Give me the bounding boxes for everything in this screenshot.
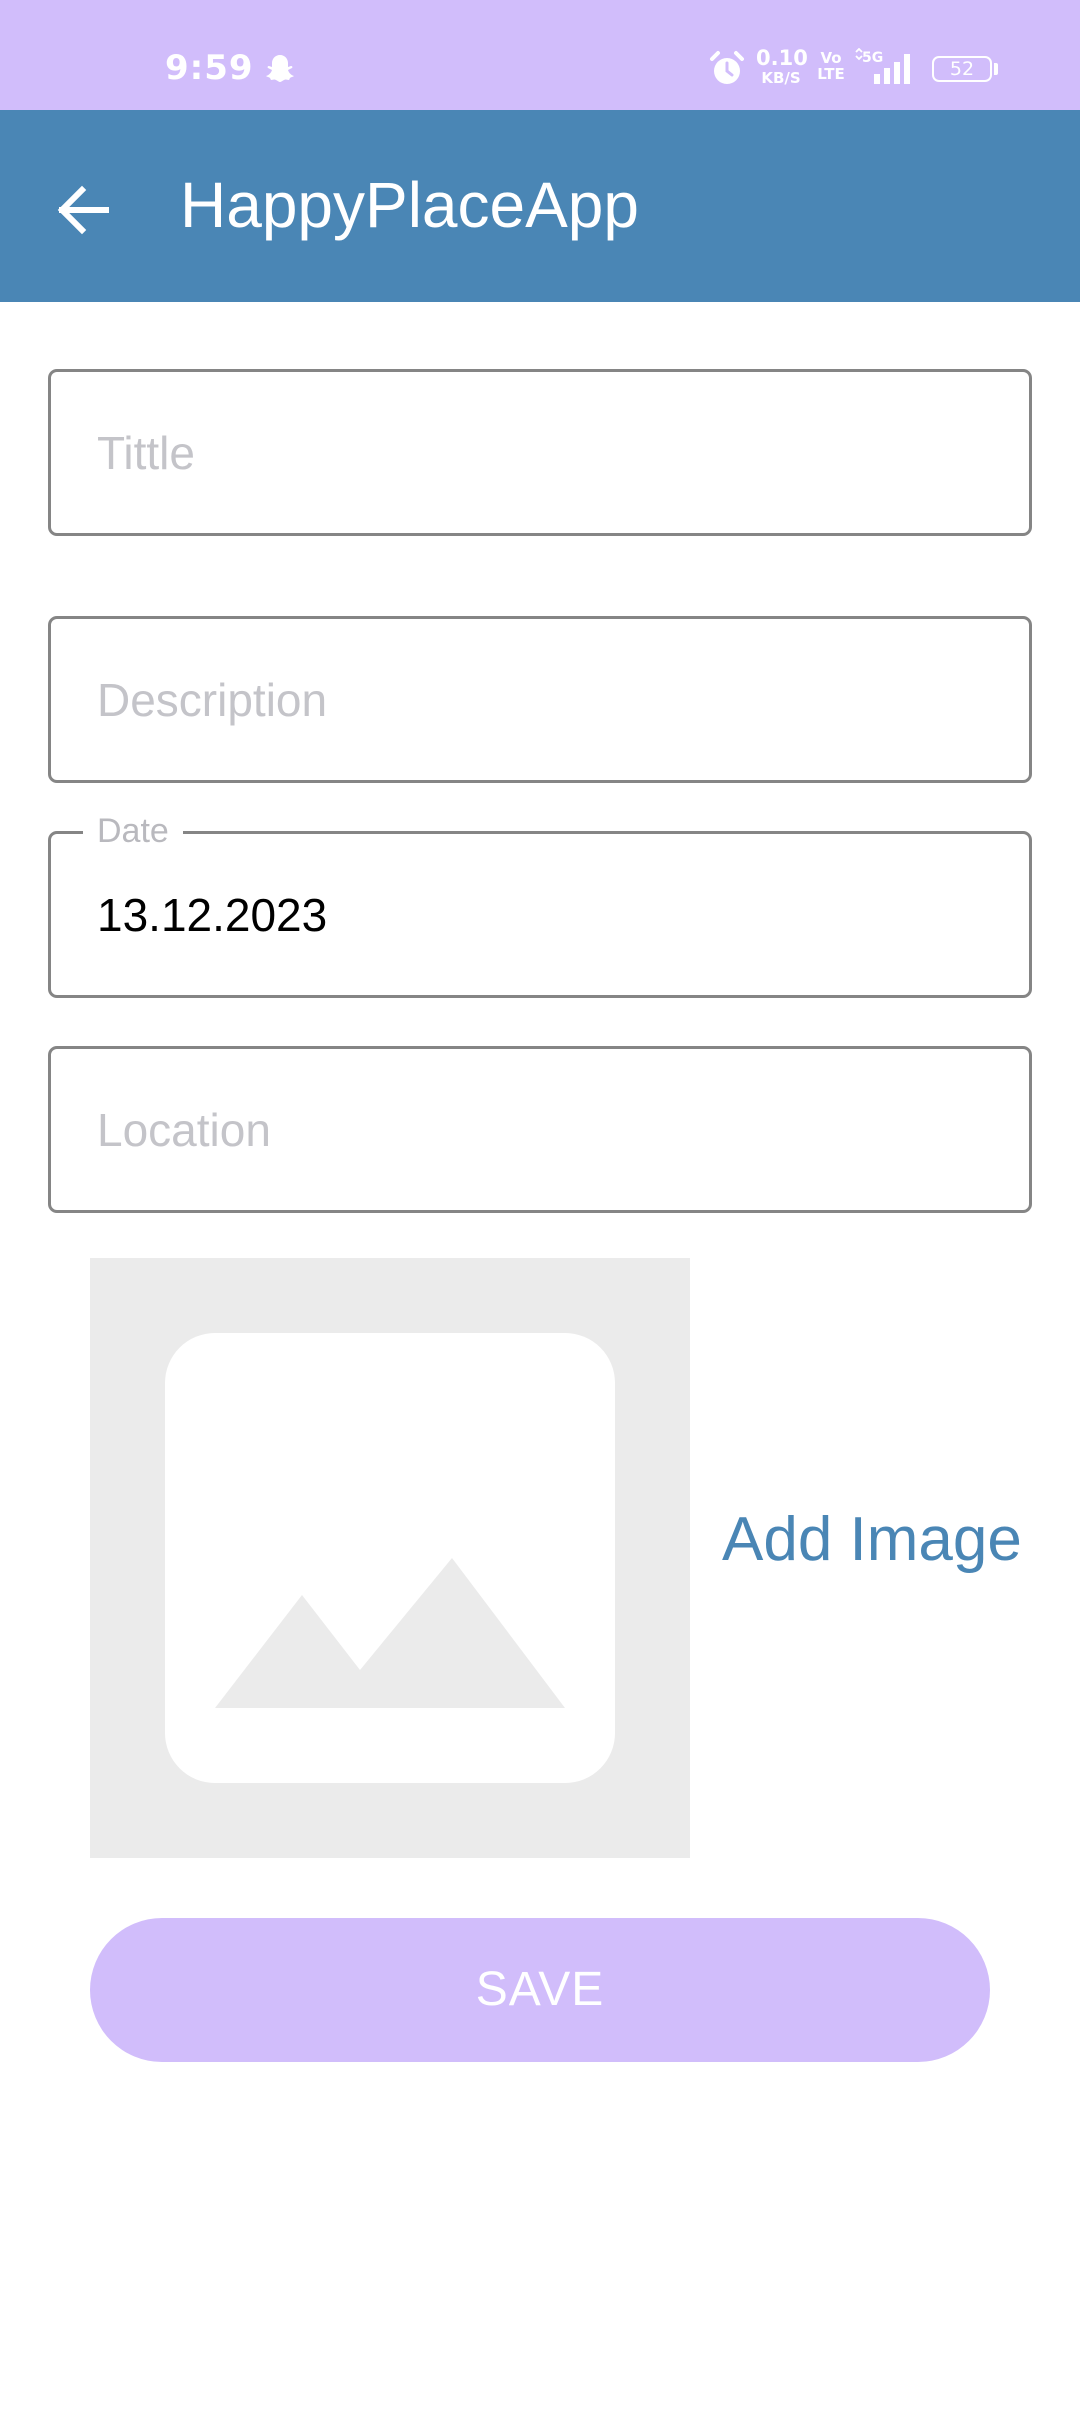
battery-icon: 52 <box>932 56 992 82</box>
save-button[interactable]: SAVE <box>90 1918 990 2062</box>
add-image-link[interactable]: Add Image <box>722 1504 1022 1575</box>
image-preview <box>90 1258 690 1858</box>
network-type: 5G <box>862 50 883 66</box>
description-input[interactable] <box>97 619 997 780</box>
battery-level: 52 <box>949 58 975 80</box>
status-time: 9:59 <box>165 48 254 88</box>
app-bar: HappyPlaceApp <box>0 110 1080 302</box>
snapchat-icon <box>266 55 294 82</box>
title-input[interactable] <box>97 372 997 533</box>
title-field[interactable] <box>48 369 1032 536</box>
network-speed: 0.10 KB/S <box>756 46 808 88</box>
location-field[interactable] <box>48 1046 1032 1213</box>
app-title: HappyPlaceApp <box>180 169 639 241</box>
description-field[interactable] <box>48 616 1032 783</box>
volte-bottom: LTE <box>817 65 845 83</box>
location-input[interactable] <box>97 1049 997 1210</box>
image-placeholder-icon <box>165 1333 615 1783</box>
back-arrow-icon[interactable] <box>40 167 126 253</box>
network-speed-value: 0.10 <box>756 46 808 70</box>
alarm-icon <box>710 51 744 84</box>
battery-tip <box>994 63 998 75</box>
status-bar: 9:59 0.10 KB/S Vo LTE 5G 52 <box>0 0 1080 110</box>
signal-icon: 5G <box>855 48 910 84</box>
network-speed-unit: KB/S <box>761 69 801 87</box>
date-input[interactable] <box>97 834 997 995</box>
volte-indicator: Vo LTE <box>816 50 846 82</box>
date-field[interactable]: Date <box>48 812 1032 998</box>
